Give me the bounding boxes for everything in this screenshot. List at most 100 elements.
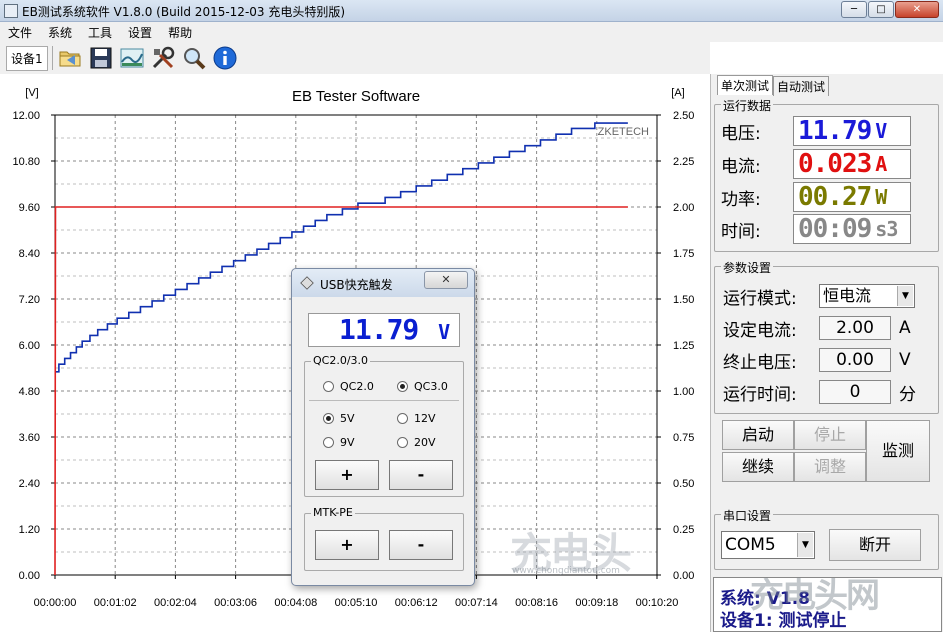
radio-5v-dot[interactable]	[323, 413, 334, 424]
continue-button[interactable]: 继续	[722, 452, 794, 482]
dialog-voltage-value: 11.79	[339, 313, 419, 346]
stop-button[interactable]: 停止	[794, 420, 866, 450]
current-value: 0.023	[798, 149, 872, 179]
run-time-label: 运行时间:	[723, 384, 797, 405]
radio-20v[interactable]: 20V	[397, 436, 436, 449]
dialog-close-button[interactable]: ✕	[424, 271, 468, 289]
stop-voltage-label: 终止电压:	[723, 352, 797, 373]
x-tick-label: 00:02:04	[154, 597, 197, 609]
set-current-input[interactable]: 2.00	[819, 316, 891, 340]
usb-quick-charge-dialog: USB快充触发 ✕ 11.79 V QC2.0/3.0 QC2.0 QC3.0 …	[291, 268, 475, 586]
adjust-button[interactable]: 调整	[794, 452, 866, 482]
x-tick-label: 00:07:14	[455, 597, 498, 609]
y-right-tick-label: 0.50	[673, 478, 694, 490]
close-button[interactable]: ✕	[895, 1, 939, 18]
menu-settings[interactable]: 设置	[120, 22, 160, 42]
serial-title: 串口设置	[721, 507, 774, 524]
radio-20v-dot[interactable]	[397, 437, 408, 448]
tools-icon[interactable]	[150, 45, 176, 71]
x-tick-label: 00:00:00	[34, 597, 77, 609]
mode-select[interactable]: 恒电流 ▼	[819, 284, 915, 308]
x-tick-label: 00:06:12	[395, 597, 438, 609]
watermark-url: www.chongdiantou.com	[512, 566, 620, 576]
minimize-button[interactable]: ─	[841, 1, 867, 18]
qc-plus-button[interactable]: +	[315, 460, 379, 490]
power-value: 00.27	[798, 182, 872, 212]
y-left-tick-label: 0.00	[19, 570, 40, 582]
com-port-value: COM5	[725, 535, 776, 555]
menu-system[interactable]: 系统	[40, 22, 80, 42]
y-left-tick-label: 9.60	[19, 202, 40, 214]
chevron-down-icon[interactable]: ▼	[897, 286, 913, 306]
y-left-tick-label: 12.00	[12, 110, 40, 122]
power-readout: 00.27 W	[793, 182, 911, 212]
chart-watermark: ZKETECH	[598, 126, 649, 138]
current-label: 电流:	[721, 156, 761, 177]
x-tick-label: 00:04:08	[274, 597, 317, 609]
device-tab[interactable]: 设备1	[6, 45, 48, 71]
tab-auto-test[interactable]: 自动测试	[773, 76, 830, 96]
current-readout: 0.023 A	[793, 149, 911, 179]
restore-button[interactable]: □	[868, 1, 894, 18]
set-current-label: 设定电流:	[723, 320, 797, 341]
radio-qc30[interactable]: QC3.0	[397, 380, 448, 393]
radio-qc20-dot[interactable]	[323, 381, 334, 392]
radio-12v-dot[interactable]	[397, 413, 408, 424]
mtk-minus-button[interactable]: -	[389, 530, 453, 560]
radio-qc30-label: QC3.0	[414, 380, 448, 393]
chart-icon[interactable]	[119, 45, 145, 71]
menu-help[interactable]: 帮助	[160, 22, 200, 42]
y-left-tick-label: 8.40	[19, 248, 40, 260]
y-left-tick-label: 1.20	[19, 524, 40, 536]
start-button[interactable]: 启动	[722, 420, 794, 450]
toolbar: 设备1	[0, 42, 710, 74]
search-icon[interactable]	[181, 45, 207, 71]
radio-5v[interactable]: 5V	[323, 412, 355, 425]
y-left-tick-label: 4.80	[19, 386, 40, 398]
run-time-input[interactable]: 0	[819, 380, 891, 404]
radio-9v-dot[interactable]	[323, 437, 334, 448]
radio-12v[interactable]: 12V	[397, 412, 436, 425]
y-left-unit: [V]	[25, 87, 38, 99]
dialog-voltage-readout: 11.79 V	[308, 313, 460, 347]
watermark-corner: 充电头网	[750, 576, 880, 616]
tab-single-test[interactable]: 单次测试	[717, 75, 774, 95]
radio-20v-label: 20V	[414, 436, 436, 449]
info-icon[interactable]	[212, 45, 238, 71]
qc-minus-button[interactable]: -	[389, 460, 453, 490]
menu-file[interactable]: 文件	[0, 22, 40, 42]
radio-9v-label: 9V	[340, 436, 355, 449]
dialog-titlebar[interactable]: USB快充触发 ✕	[292, 269, 474, 297]
chevron-down-icon[interactable]: ▼	[797, 533, 813, 557]
run-time-unit: 分	[899, 384, 916, 405]
voltage-readout: 11.79 V	[793, 116, 911, 146]
y-right-unit: [A]	[671, 87, 684, 99]
radio-qc30-dot[interactable]	[397, 381, 408, 392]
folder-open-icon[interactable]	[57, 45, 83, 71]
qc-divider	[309, 400, 459, 401]
disconnect-button[interactable]: 断开	[829, 529, 921, 561]
y-right-tick-label: 2.50	[673, 110, 694, 122]
time-label: 时间:	[721, 221, 761, 242]
radio-qc20-label: QC2.0	[340, 380, 374, 393]
menu-tools[interactable]: 工具	[80, 22, 120, 42]
params-title: 参数设置	[721, 259, 774, 276]
menu-bar: 文件 系统 工具 设置 帮助	[0, 22, 943, 42]
x-tick-label: 00:05:10	[335, 597, 378, 609]
y-right-tick-label: 1.25	[673, 340, 694, 352]
radio-qc20[interactable]: QC2.0	[323, 380, 374, 393]
dialog-title: USB快充触发	[320, 278, 393, 292]
y-right-tick-label: 0.75	[673, 432, 694, 444]
save-icon[interactable]	[88, 45, 114, 71]
run-data-title: 运行数据	[721, 97, 774, 114]
com-port-select[interactable]: COM5 ▼	[721, 531, 815, 559]
radio-9v[interactable]: 9V	[323, 436, 355, 449]
y-left-tick-label: 10.80	[12, 156, 40, 168]
x-tick-label: 00:09:18	[575, 597, 618, 609]
stop-voltage-input[interactable]: 0.00	[819, 348, 891, 372]
power-label: 功率:	[721, 189, 761, 210]
window-titlebar[interactable]: EB测试系统软件 V1.8.0 (Build 2015-12-03 充电头特别版…	[0, 0, 943, 22]
monitor-button[interactable]: 监测	[866, 420, 930, 482]
mtk-group: MTK-PE + -	[304, 506, 464, 571]
mtk-plus-button[interactable]: +	[315, 530, 379, 560]
